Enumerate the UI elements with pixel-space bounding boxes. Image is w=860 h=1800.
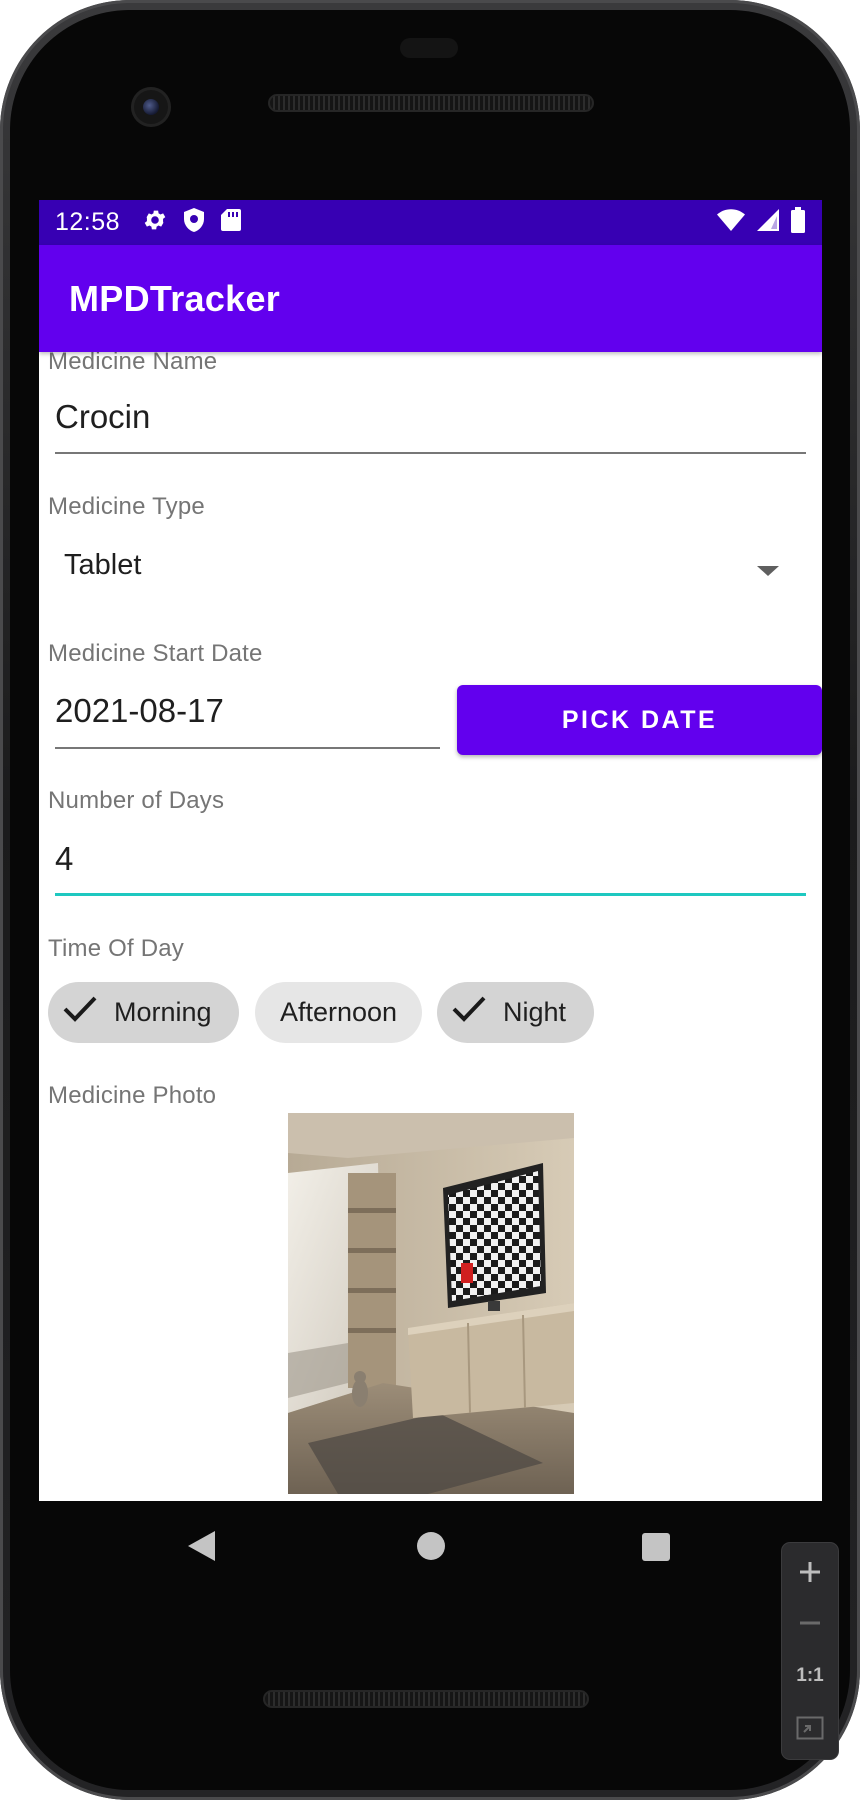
start-date-underline: [55, 747, 440, 749]
fit-screen-icon[interactable]: [782, 1703, 838, 1753]
medicine-name-label: Medicine Name: [48, 348, 218, 375]
recents-icon[interactable]: [641, 1532, 671, 1567]
home-icon[interactable]: [416, 1531, 446, 1566]
check-icon: [62, 995, 98, 1030]
medicine-form: Medicine Name Crocin Medicine Type Table…: [39, 348, 822, 1501]
app-title: MPDTracker: [69, 277, 281, 319]
start-date-input[interactable]: 2021-08-17: [55, 692, 224, 730]
battery-icon: [790, 207, 806, 238]
chip-label: Morning: [114, 997, 212, 1027]
chip-night[interactable]: Night: [437, 982, 594, 1043]
chip-label: Night: [503, 997, 567, 1027]
check-icon: [451, 995, 487, 1030]
top-sensor: [400, 38, 458, 58]
device-screen: 12:58 MPDTracker Medicine Name Crocin Me…: [39, 200, 822, 1501]
front-camera: [131, 87, 171, 127]
app-bar: MPDTracker: [39, 245, 822, 352]
emulator-zoom-toolbar: 1:1: [782, 1543, 838, 1759]
room-photo-image: [288, 1113, 574, 1494]
medicine-photo-label: Medicine Photo: [48, 1082, 217, 1109]
medicine-name-underline: [55, 452, 806, 454]
medicine-type-label: Medicine Type: [48, 493, 205, 520]
phone-frame: 12:58 MPDTracker Medicine Name Crocin Me…: [0, 0, 860, 1800]
medicine-type-selected: Tablet: [64, 549, 142, 581]
status-right-icons: [716, 207, 806, 238]
navigation-bar: [39, 1501, 822, 1596]
bottom-speaker-grille: [263, 1690, 589, 1708]
sd-card-icon: [220, 208, 242, 237]
wifi-icon: [716, 208, 746, 237]
chip-label: Afternoon: [279, 997, 398, 1027]
medicine-photo[interactable]: [288, 1113, 574, 1494]
medicine-type-spinner[interactable]: Tablet: [48, 532, 818, 606]
plus-icon[interactable]: [782, 1547, 838, 1597]
number-of-days-input[interactable]: 4: [55, 840, 73, 878]
pick-date-button[interactable]: PICK DATE: [457, 685, 822, 755]
minus-icon[interactable]: [782, 1598, 838, 1648]
start-date-label: Medicine Start Date: [48, 640, 263, 667]
actual-size-button[interactable]: 1:1: [782, 1651, 838, 1701]
dropdown-caret-icon: [757, 566, 779, 576]
back-icon[interactable]: [185, 1529, 217, 1568]
medicine-name-input[interactable]: Crocin: [55, 398, 150, 436]
top-speaker-grille: [268, 94, 594, 112]
status-bar: 12:58: [39, 200, 822, 245]
number-of-days-underline: [55, 893, 806, 896]
shield-icon: [182, 207, 206, 238]
number-of-days-label: Number of Days: [48, 787, 225, 814]
signal-icon: [756, 208, 780, 237]
gear-icon: [142, 207, 168, 238]
time-of-day-label: Time Of Day: [48, 935, 184, 962]
chip-afternoon[interactable]: Afternoon: [255, 982, 422, 1043]
chip-morning[interactable]: Morning: [48, 982, 239, 1043]
actual-size-label: 1:1: [796, 1665, 824, 1686]
status-time: 12:58: [55, 208, 121, 236]
